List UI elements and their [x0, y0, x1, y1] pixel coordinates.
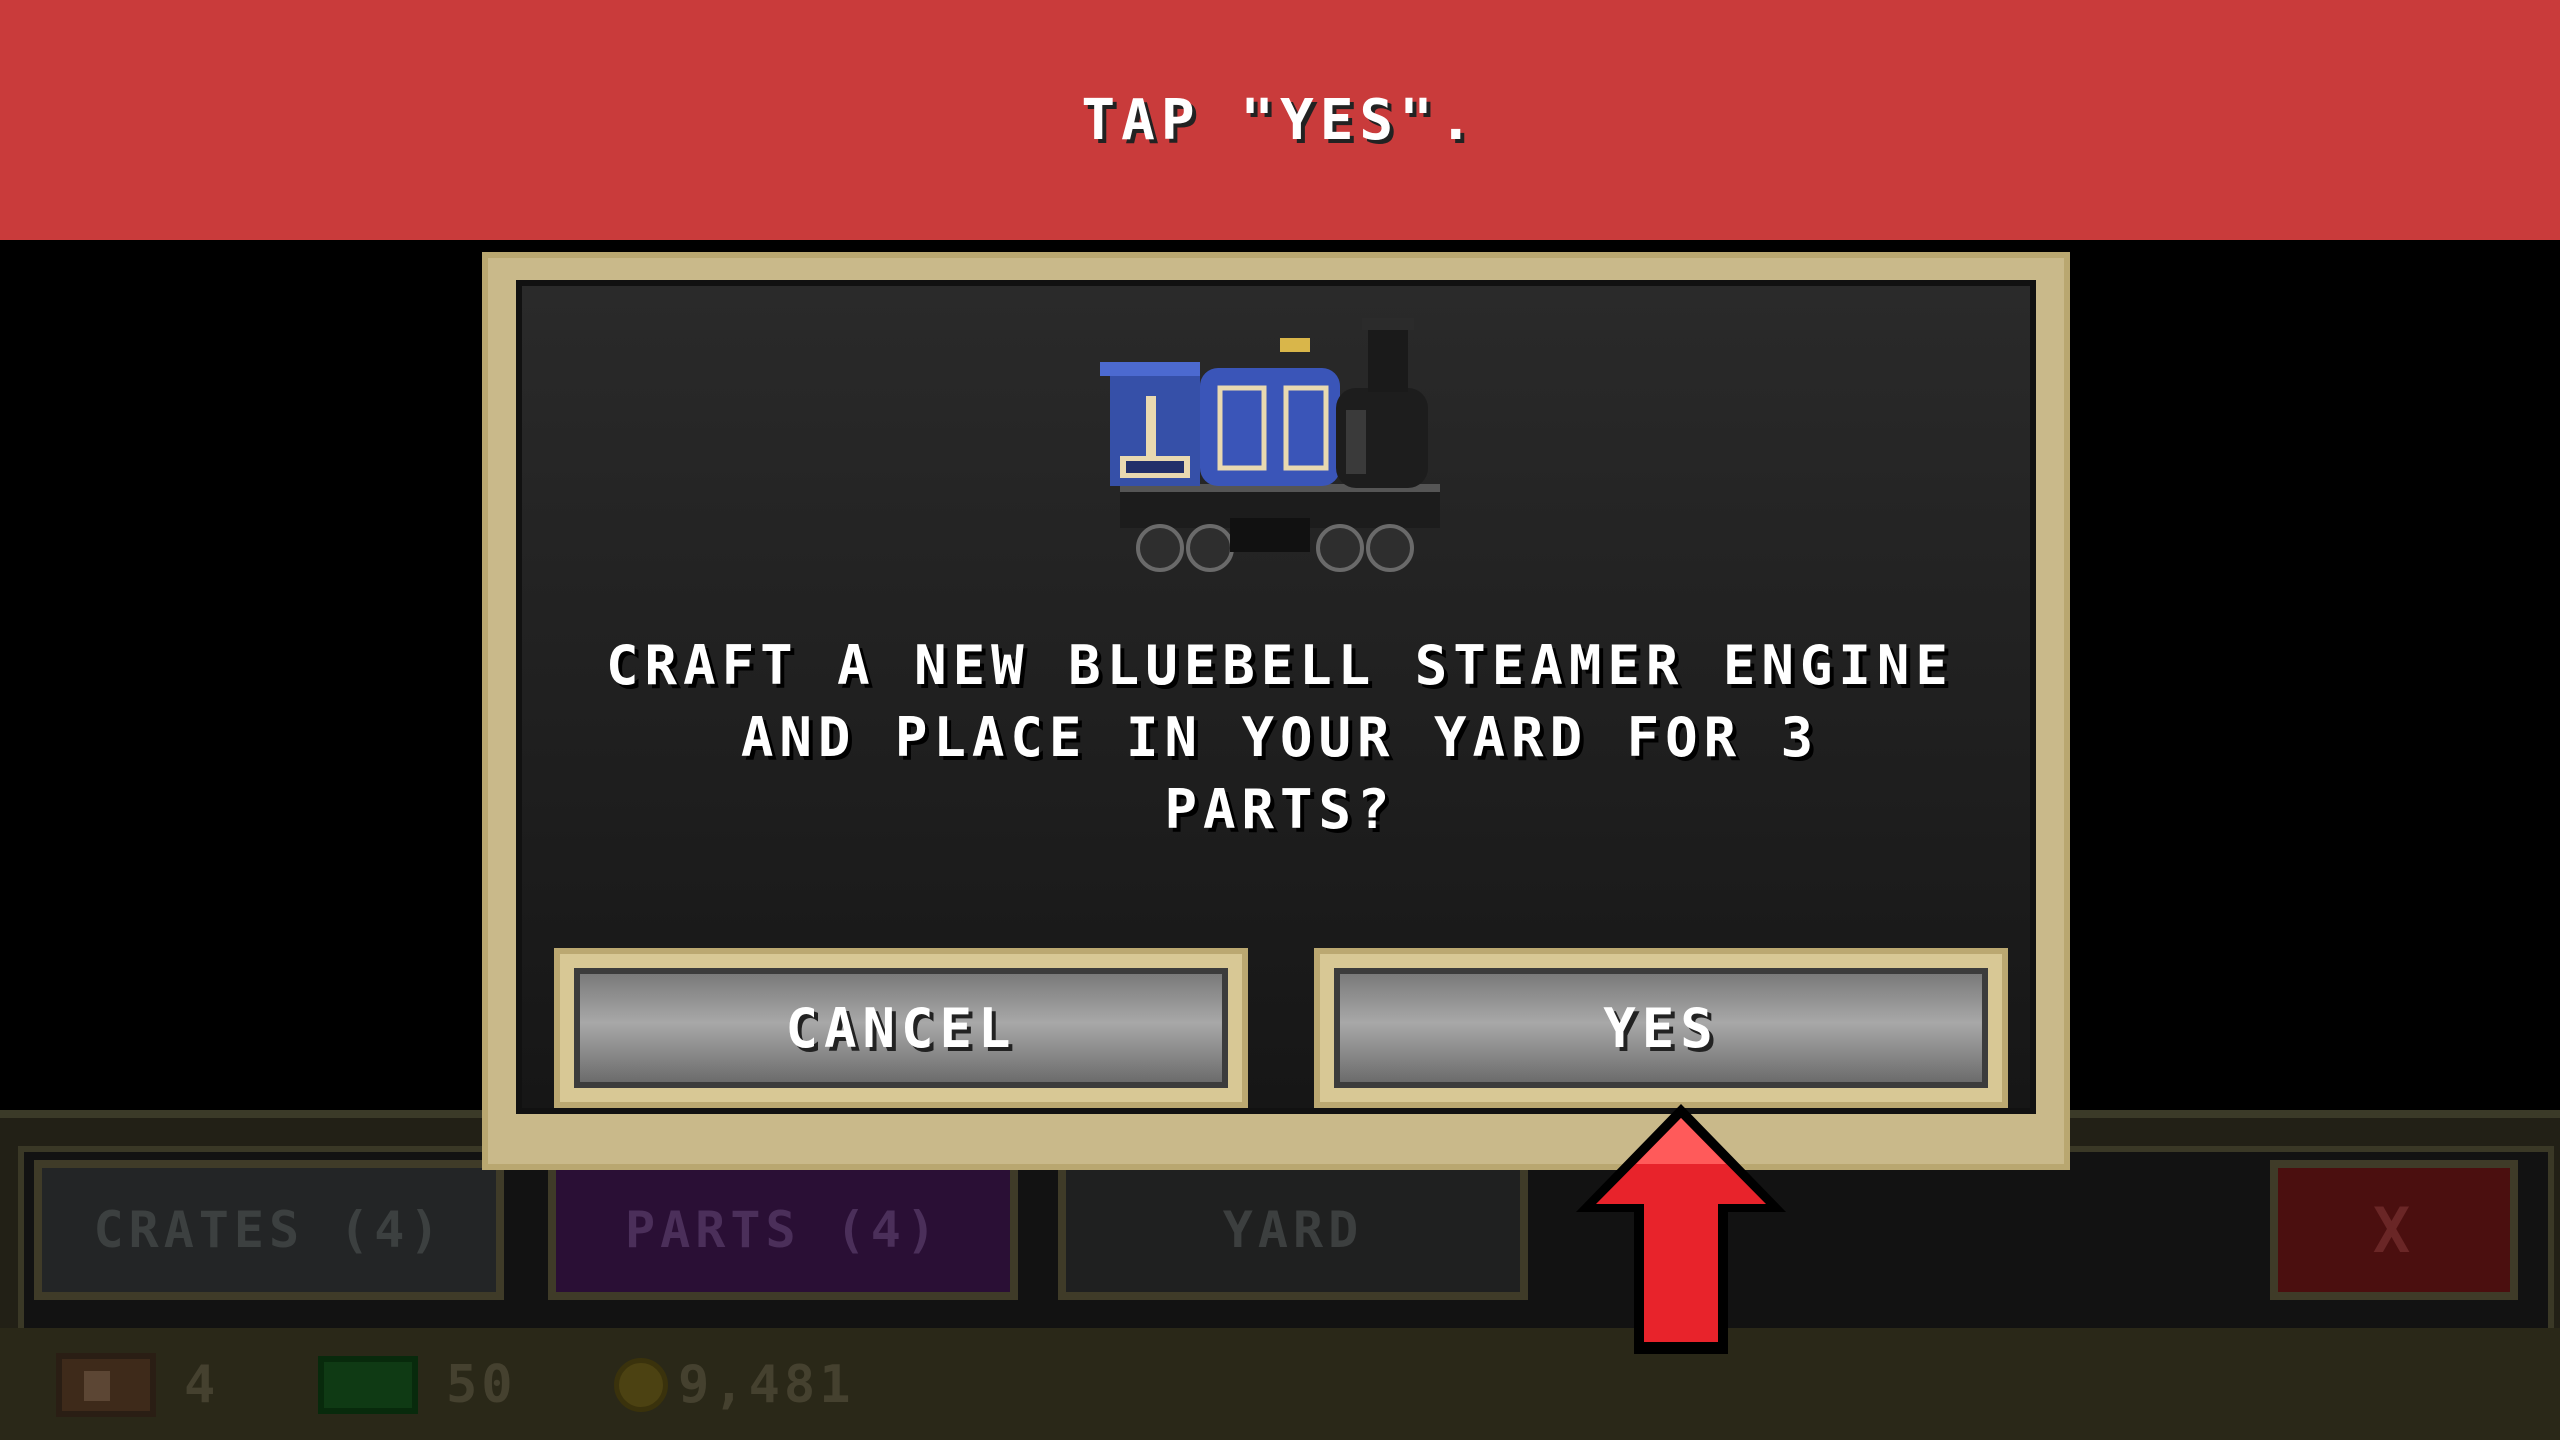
tab-parts[interactable]: PARTS (4) [548, 1160, 1018, 1300]
cash-count: 50 [446, 1355, 517, 1415]
game-screen: CRATES (4) PARTS (4) YARD X 4 50 9,481 T… [0, 0, 2560, 1440]
tab-yard[interactable]: YARD [1058, 1160, 1528, 1300]
cash-icon [318, 1356, 418, 1414]
tutorial-banner: TAP "YES". [0, 0, 2560, 240]
crates-count: 4 [184, 1355, 220, 1415]
coins-count: 9,481 [678, 1355, 855, 1415]
message-line-2: AND PLACE IN YOUR YARD FOR 3 [740, 706, 1820, 769]
bluebell-steamer-engine-icon [1100, 318, 1440, 572]
crate-icon [56, 1353, 156, 1417]
yes-button-frame: YES [1314, 948, 2008, 1108]
up-arrow-icon [1576, 1104, 1786, 1354]
cancel-button-frame: CANCEL [554, 948, 1248, 1108]
tab-crates[interactable]: CRATES (4) [34, 1160, 504, 1300]
message-line-1: CRAFT A NEW BLUEBELL STEAMER ENGINE [606, 634, 1954, 697]
cancel-button[interactable]: CANCEL [574, 968, 1228, 1088]
coins-resource: 9,481 [614, 1350, 855, 1420]
yes-button[interactable]: YES [1334, 968, 1988, 1088]
close-button[interactable]: X [2270, 1160, 2518, 1300]
coin-icon [614, 1358, 668, 1412]
message-line-3: PARTS? [1164, 778, 1396, 841]
dialog-message: CRAFT A NEW BLUEBELL STEAMER ENGINE AND … [560, 630, 2000, 846]
cash-resource: 50 [318, 1350, 517, 1420]
tutorial-text: TAP "YES". [1081, 87, 1479, 153]
crates-resource: 4 [56, 1350, 219, 1420]
